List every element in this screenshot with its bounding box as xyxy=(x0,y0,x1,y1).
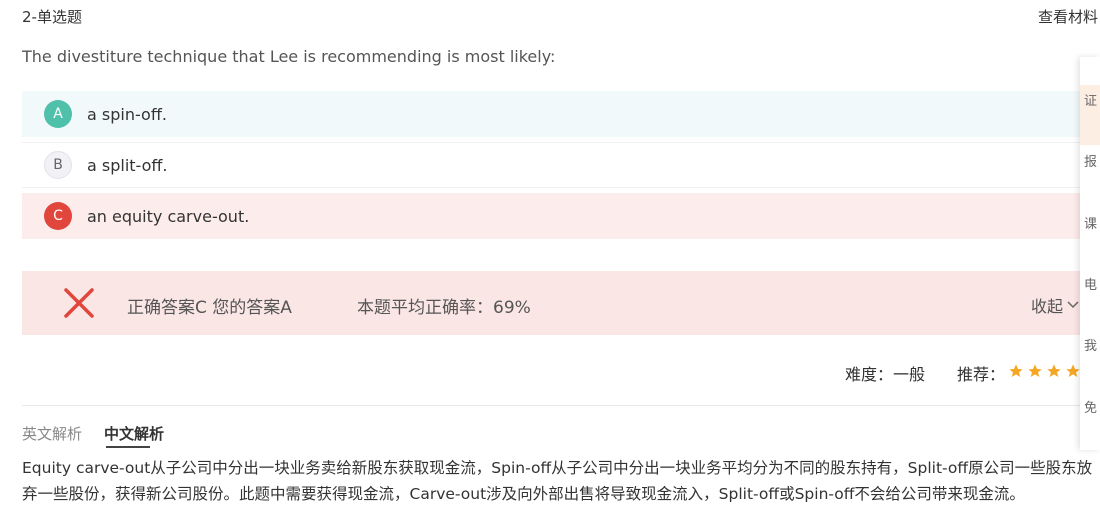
view-material-link[interactable]: 查看材料 xyxy=(1038,6,1098,27)
sidebar-item-1[interactable]: 证 xyxy=(1084,90,1097,109)
sidebar-item-3[interactable]: 课 xyxy=(1084,213,1097,232)
recommend-rating: 推荐： xyxy=(957,361,1081,385)
star-rating xyxy=(1005,363,1081,383)
option-b-text: a split-off. xyxy=(87,155,168,175)
star-icon xyxy=(1047,364,1061,377)
question-type-label: 2-单选题 xyxy=(22,8,82,26)
sidebar-item-6[interactable]: 免 xyxy=(1084,397,1097,416)
answer-result-panel: 正确答案C 您的答案A 本题平均正确率：69% 收起 xyxy=(22,271,1100,335)
star-icon xyxy=(1009,364,1023,377)
option-b[interactable]: B a split-off. xyxy=(22,142,1100,188)
option-c[interactable]: C an equity carve-out. xyxy=(22,193,1100,239)
sidebar-item-5[interactable]: 我 xyxy=(1084,335,1097,354)
section-divider xyxy=(22,405,1100,406)
wrong-x-icon xyxy=(64,288,94,318)
option-a-letter: A xyxy=(44,100,72,128)
recommend-label: 推荐： xyxy=(957,365,1006,384)
star-icon xyxy=(1066,364,1080,377)
sidebar-item-4[interactable]: 电 xyxy=(1084,274,1097,293)
answer-comparison: 正确答案C 您的答案A xyxy=(127,298,292,318)
collapse-button[interactable]: 收起 xyxy=(1031,293,1080,317)
option-a-text: a spin-off. xyxy=(87,104,167,124)
right-sidebar: 证 报 课 电 我 免 xyxy=(1080,57,1100,450)
sidebar-item-2[interactable]: 报 xyxy=(1084,151,1097,170)
analysis-text: Equity carve-out从子公司中分出一块业务卖给新股东获取现金流，Sp… xyxy=(22,459,1093,503)
chevron-down-icon xyxy=(1067,301,1079,309)
difficulty-label: 难度：一般 xyxy=(845,365,926,384)
star-icon xyxy=(1028,364,1042,377)
active-tab-indicator xyxy=(106,446,150,448)
option-c-text: an equity carve-out. xyxy=(87,206,250,226)
tab-chinese-analysis[interactable]: 中文解析 xyxy=(104,423,164,444)
option-a[interactable]: A a spin-off. xyxy=(22,91,1100,137)
tab-english-analysis[interactable]: 英文解析 xyxy=(22,423,82,444)
option-b-letter: B xyxy=(44,151,72,179)
collapse-label: 收起 xyxy=(1030,297,1063,316)
average-accuracy: 本题平均正确率：69% xyxy=(357,298,531,318)
option-c-letter: C xyxy=(44,202,72,230)
question-stem: The divestiture technique that Lee is re… xyxy=(22,47,556,66)
